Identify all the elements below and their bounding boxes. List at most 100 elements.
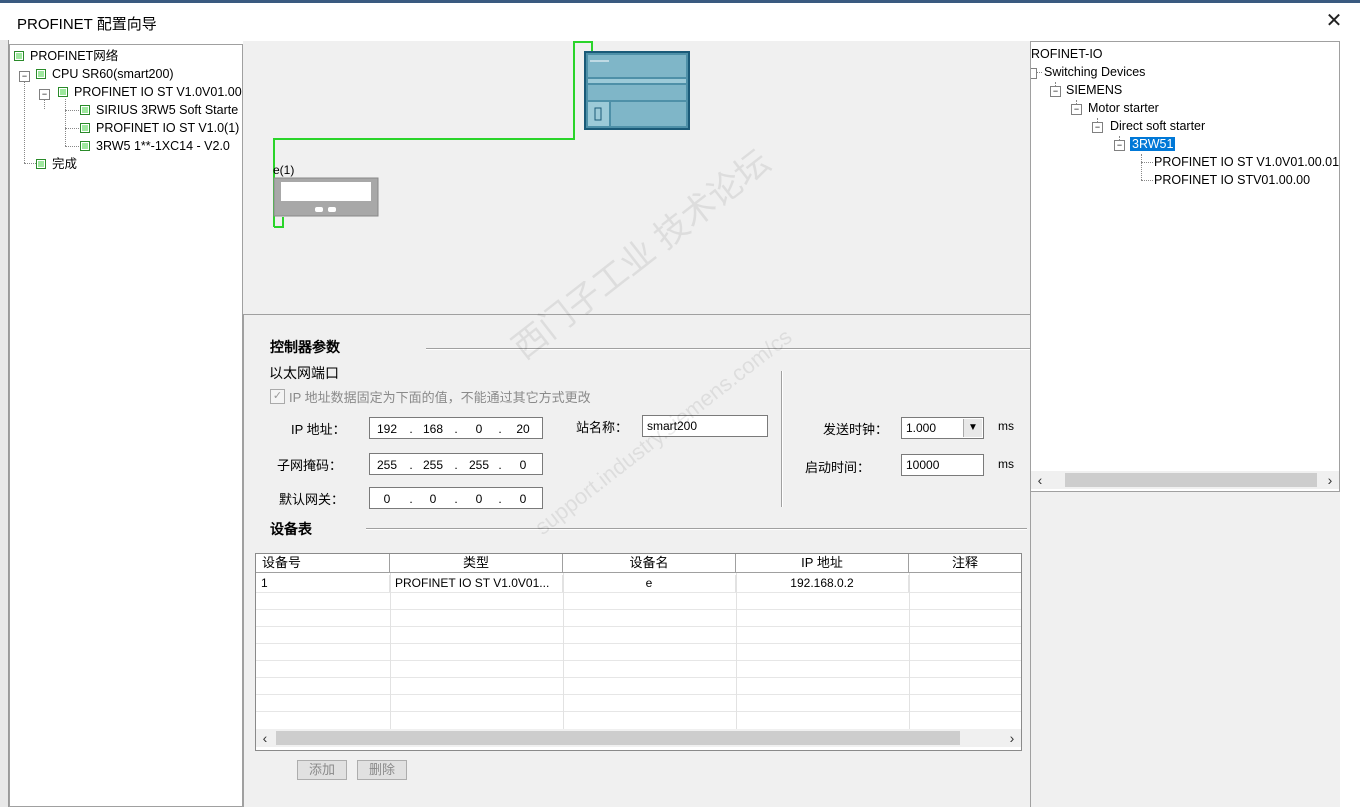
table-gridline [256,660,1021,661]
scrollbar-thumb[interactable] [276,731,960,745]
tree-item-profinet-io-st-1[interactable]: PROFINET IO ST V1.0(1) [80,119,239,137]
cell-ip-address: 192.168.0.2 [736,575,909,592]
node-green-icon [58,87,68,97]
column-header-device-name[interactable]: 设备名 [563,554,736,573]
column-header-type[interactable]: 类型 [390,554,563,573]
controller-params-title: 控制器参数 [270,339,340,355]
section-divider [426,348,1030,350]
tree-item-profinet-io-st[interactable]: PROFINET IO ST V1.0V01.00 [58,83,242,101]
gateway-octet-3: 0 [475,492,483,506]
scroll-right-icon[interactable]: › [1321,471,1339,489]
catalog-item-motor-starter[interactable]: Motor starter [1088,99,1159,117]
catalog-info-area [1030,492,1340,807]
collapse-icon[interactable]: − [19,71,30,82]
send-clock-unit: ms [998,419,1014,433]
node-green-icon [14,51,24,61]
tree-connector [65,128,79,129]
device-table: 设备号 类型 设备名 IP 地址 注释 1 PROFINET IO ST V1.… [255,553,1022,751]
tree-item-profinet-network[interactable]: PROFINET网络 [14,47,118,65]
ip-octet-4: 20 [516,422,530,436]
wizard-tree: PROFINET网络 − CPU SR60(smart200) − PROFIN… [9,44,243,807]
gateway-octet-4: 0 [519,492,527,506]
table-gridline [256,626,1021,627]
window-title: PROFINET 配置向导 [17,16,157,33]
table-gridline [256,711,1021,712]
gateway-field[interactable]: 0. 0. 0. 0 [369,487,543,509]
startup-time-field[interactable]: 10000 [901,454,984,476]
startup-time-unit: ms [998,457,1014,471]
scrollbar-thumb[interactable] [1065,473,1317,487]
ethernet-port-label: 以太网端口 [269,365,339,381]
column-header-comment[interactable]: 注释 [909,554,1021,573]
collapse-icon[interactable]: − [1071,104,1082,115]
cpu-device-icon[interactable] [584,51,690,130]
tree-connector [24,79,25,163]
table-gridline [256,609,1021,610]
catalog-item-3rw51[interactable]: 3RW51 [1130,135,1176,153]
params-panel: 控制器参数 以太网端口 ✓ IP 地址数据固定为下面的值，不能通过其它方式更改 … [243,314,1030,807]
fixed-ip-checkbox-label: IP 地址数据固定为下面的值，不能通过其它方式更改 [289,390,591,405]
table-gridline [256,643,1021,644]
collapse-icon[interactable] [1031,68,1037,79]
catalog-item-switching-devices[interactable]: Switching Devices [1044,63,1145,81]
column-header-ip-address[interactable]: IP 地址 [736,554,909,573]
ip-address-label: IP 地址： [291,422,346,437]
catalog-item-profinet-io-stv01[interactable]: PROFINET IO STV01.00.00 [1154,171,1310,189]
fixed-ip-checkbox[interactable]: ✓ [270,389,285,404]
scroll-left-icon[interactable]: ‹ [256,729,274,747]
tree-connector [65,146,79,147]
delete-button[interactable]: 删除 [357,760,407,780]
column-header-device-number[interactable]: 设备号 [256,554,390,573]
gateway-octet-2: 0 [429,492,437,506]
tree-connector [65,110,79,111]
catalog-item-direct-soft-starter[interactable]: Direct soft starter [1110,117,1205,135]
table-horizontal-scrollbar[interactable]: ‹ › [256,729,1021,747]
io-device-e-icon[interactable] [273,177,379,217]
collapse-icon[interactable]: − [1092,122,1103,133]
table-gridline [256,694,1021,695]
subnet-mask-field[interactable]: 255. 255. 255. 0 [369,453,543,475]
subnet-octet-4: 0 [519,458,527,472]
checkmark-icon: ✓ [272,390,283,402]
subnet-octet-3: 255 [468,458,490,472]
tree-item-cpu[interactable]: CPU SR60(smart200) [36,65,174,83]
node-green-icon [80,123,90,133]
cell-type: PROFINET IO ST V1.0V01... [390,575,563,592]
node-green-icon [36,159,46,169]
collapse-icon[interactable]: − [1114,140,1125,151]
send-clock-label: 发送时钟： [823,422,889,437]
ip-address-field[interactable]: 192. 168. 0. 20 [369,417,543,439]
scroll-left-icon[interactable]: ‹ [1031,471,1049,489]
send-clock-select[interactable]: 1.000 ▼ [901,417,984,439]
dropdown-arrow-icon[interactable]: ▼ [963,419,982,437]
subnet-octet-1: 255 [376,458,398,472]
send-clock-value: 1.000 [906,421,937,435]
cell-comment [909,575,1021,592]
gateway-label: 默认网关： [279,492,345,507]
section-divider [366,528,1027,530]
catalog-item-profinet-io[interactable]: ROFINET-IO [1031,45,1103,63]
collapse-icon[interactable]: − [1050,86,1061,97]
catalog-horizontal-scrollbar[interactable]: ‹ › [1031,471,1339,489]
station-name-field[interactable]: smart200 [642,415,768,437]
tree-item-sirius-3rw5[interactable]: SIRIUS 3RW5 Soft Starte [80,101,238,119]
tree-item-finish[interactable]: 完成 [36,155,77,173]
scroll-right-icon[interactable]: › [1003,729,1021,747]
catalog-item-siemens[interactable]: SIEMENS [1066,81,1122,99]
add-button[interactable]: 添加 [297,760,347,780]
profinet-link-line-2 [274,217,284,228]
node-green-icon [36,69,46,79]
close-icon: ✕ [1325,10,1343,32]
ip-octet-1: 192 [376,422,398,436]
startup-time-label: 启动时间： [805,460,871,475]
catalog-item-profinet-io-st-v1[interactable]: PROFINET IO ST V1.0V01.00.01 [1154,153,1339,171]
node-green-icon [80,105,90,115]
close-button[interactable]: ✕ [1322,9,1346,33]
collapse-icon[interactable]: − [39,89,50,100]
station-name-label: 站名称： [576,420,629,435]
vertical-separator [781,371,783,507]
tree-item-3rw5-module[interactable]: 3RW5 1**-1XC14 - V2.0 [80,137,230,155]
selected-item-label: 3RW51 [1130,137,1176,151]
network-diagram [273,41,690,228]
device-table-title: 设备表 [270,521,312,537]
